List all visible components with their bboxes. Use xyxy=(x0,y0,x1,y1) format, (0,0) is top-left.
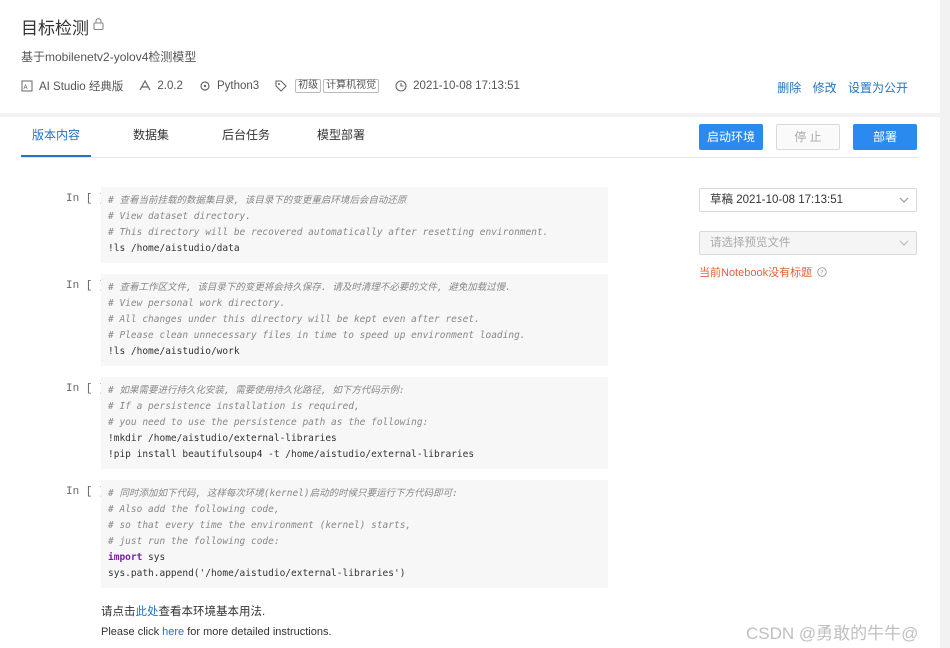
project-subtitle: 基于mobilenetv2-yolov4检测模型 xyxy=(21,50,197,64)
project-meta: A AI Studio 经典版 2.0.2 Python3 初级 计算机视觉 2… xyxy=(21,78,536,94)
meta-platform-label: AI Studio 经典版 xyxy=(39,81,124,93)
code-line: # If a persistence installation is requi… xyxy=(108,401,360,412)
code-line: !ls /home/aistudio/work xyxy=(108,346,240,357)
usage-link-zh[interactable]: 此处 xyxy=(136,606,159,618)
python-icon xyxy=(200,81,210,91)
svg-text:A: A xyxy=(24,84,29,91)
delete-link[interactable]: 删除 xyxy=(777,81,801,95)
usage-note-en: Please click here for more detailed inst… xyxy=(101,626,332,638)
usage-note-zh-before: 请点击 xyxy=(101,606,136,618)
code-line: # All changes under this directory will … xyxy=(108,314,480,325)
code-line: # Please clean unnecessary files in time… xyxy=(108,330,526,341)
preview-file-placeholder: 请选择预览文件 xyxy=(710,237,791,249)
edit-link[interactable]: 修改 xyxy=(813,81,837,95)
code-line: !ls /home/aistudio/data xyxy=(108,243,240,254)
usage-note-zh: 请点击此处查看本环境基本用法. xyxy=(101,603,265,619)
code-cell[interactable]: # 如果需要进行持久化安装, 需要使用持久化路径, 如下方代码示例: # If a… xyxy=(101,377,608,469)
preview-file-select[interactable]: 请选择预览文件 xyxy=(699,231,917,255)
meta-version-label: 2.0.2 xyxy=(157,80,183,92)
page-scrollbar[interactable] xyxy=(940,0,950,648)
tab-underline-divider xyxy=(21,157,918,158)
meta-language-label: Python3 xyxy=(216,80,260,92)
cell-prompt: In [ ] xyxy=(66,193,106,205)
meta-platform: A AI Studio 经典版 xyxy=(21,78,123,94)
usage-note-zh-after: 查看本环境基本用法. xyxy=(158,606,266,618)
chevron-down-icon xyxy=(899,240,909,246)
tab-version-content[interactable]: 版本内容 xyxy=(21,117,91,157)
code-line: # View dataset directory. xyxy=(108,211,251,222)
paddle-icon xyxy=(139,80,151,91)
code-line: !mkdir /home/aistudio/external-libraries xyxy=(108,433,337,444)
lock-icon xyxy=(93,18,104,30)
code-line: # so that every time the environment (ke… xyxy=(108,520,412,531)
cell-prompt: In [ ] xyxy=(66,486,106,498)
warning-text: 当前Notebook没有标题 xyxy=(699,267,813,279)
document-icon: A xyxy=(21,80,33,92)
meta-language: Python3 xyxy=(199,80,259,92)
version-select-value: 草稿 2021-10-08 17:13:51 xyxy=(710,194,843,206)
meta-datetime-label: 2021-10-08 17:13:51 xyxy=(413,80,520,92)
svg-text:?: ? xyxy=(820,269,823,277)
notebook-title-warning: 当前Notebook没有标题 ? xyxy=(699,264,827,280)
watermark: CSDN @勇敢的牛牛@ xyxy=(746,624,919,643)
question-icon[interactable]: ? xyxy=(817,267,827,277)
tab-datasets[interactable]: 数据集 xyxy=(116,117,186,157)
code-line: # Also add the following code, xyxy=(108,504,280,515)
cell-prompt: In [ ] xyxy=(66,280,106,292)
tab-bar: 版本内容 数据集 后台任务 模型部署 xyxy=(21,117,401,157)
start-environment-button[interactable]: 启动环境 xyxy=(699,124,763,150)
stop-button[interactable]: 停 止 xyxy=(776,124,840,150)
tag-level: 初级 xyxy=(295,79,322,93)
project-header: 目标检测 基于mobilenetv2-yolov4检测模型 A AI Studi… xyxy=(0,0,940,113)
tag-category: 计算机视觉 xyxy=(323,79,380,93)
code-line: # 查看当前挂载的数据集目录, 该目录下的变更重启环境后会自动还原 xyxy=(108,195,407,206)
chevron-down-icon xyxy=(899,197,909,203)
make-public-link[interactable]: 设置为公开 xyxy=(848,81,908,95)
code-line: # 查看工作区文件, 该目录下的变更将会持久保存. 请及时清理不必要的文件, 避… xyxy=(108,282,511,293)
code-cell[interactable]: # 查看工作区文件, 该目录下的变更将会持久保存. 请及时清理不必要的文件, 避… xyxy=(101,274,608,366)
tab-model-deploy[interactable]: 模型部署 xyxy=(306,117,376,157)
code-line: import sys xyxy=(108,550,601,566)
tab-background-tasks[interactable]: 后台任务 xyxy=(211,117,281,157)
code-line: # This directory will be recovered autom… xyxy=(108,227,549,238)
code-line: !pip install beautifulsoup4 -t /home/ais… xyxy=(108,449,475,460)
code-keyword: import xyxy=(108,552,143,563)
code-cell[interactable]: # 查看当前挂载的数据集目录, 该目录下的变更重启环境后会自动还原 # View … xyxy=(101,187,608,263)
code-line: # View personal work directory. xyxy=(108,298,286,309)
usage-link-en[interactable]: here xyxy=(162,626,184,638)
code-line: sys.path.append('/home/aistudio/external… xyxy=(108,568,406,579)
code-line: # 如果需要进行持久化安装, 需要使用持久化路径, 如下方代码示例: xyxy=(108,385,405,396)
project-actions: 删除 修改 设置为公开 xyxy=(769,79,908,96)
code-text: sys xyxy=(142,552,166,563)
code-line: # you need to use the persistence path a… xyxy=(108,417,429,428)
clock-icon xyxy=(395,80,407,92)
tag-icon xyxy=(275,80,287,92)
code-line: # just run the following code: xyxy=(108,536,280,547)
page-title: 目标检测 xyxy=(21,19,89,38)
version-select[interactable]: 草稿 2021-10-08 17:13:51 xyxy=(699,188,917,212)
meta-datetime: 2021-10-08 17:13:51 xyxy=(395,80,520,92)
usage-note-en-before: Please click xyxy=(101,626,163,638)
deploy-button[interactable]: 部署 xyxy=(853,124,917,150)
meta-version: 2.0.2 xyxy=(139,80,183,92)
meta-tags: 初级 计算机视觉 xyxy=(275,79,380,93)
usage-note-en-after: for more detailed instructions. xyxy=(184,626,332,638)
cell-prompt: In [ ] xyxy=(66,383,106,395)
code-cell[interactable]: # 同时添加如下代码, 这样每次环境(kernel)启动的时候只要运行下方代码即… xyxy=(101,480,608,588)
code-line: # 同时添加如下代码, 这样每次环境(kernel)启动的时候只要运行下方代码即… xyxy=(108,488,458,499)
